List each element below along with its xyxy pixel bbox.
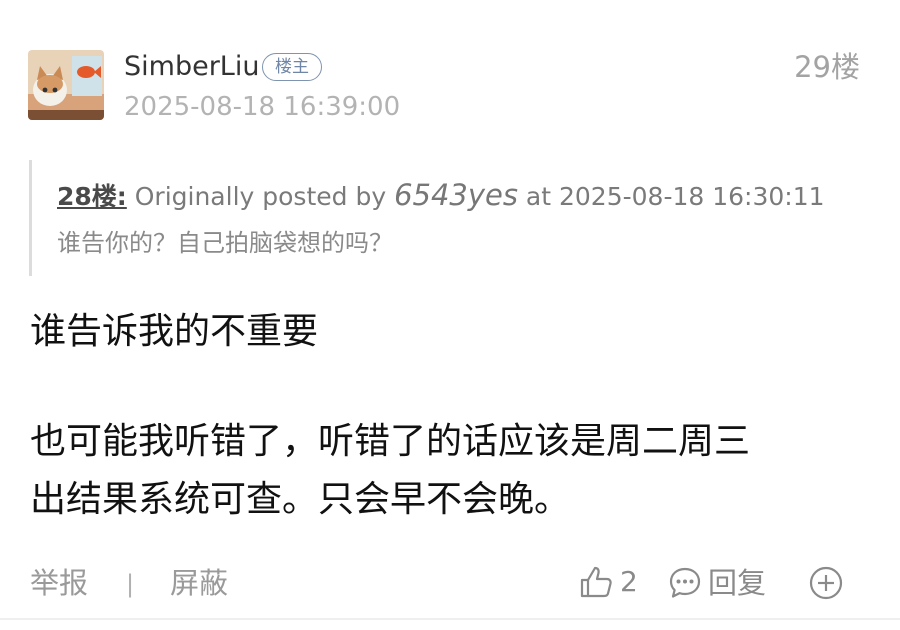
quote-header: 28楼: Originally posted by 6543yes at 202… (57, 178, 825, 214)
like-count: 2 (620, 565, 638, 598)
block-button[interactable]: 屏蔽 (170, 565, 228, 601)
author-username[interactable]: SimberLiu (124, 50, 259, 84)
divider (0, 618, 900, 620)
op-badge: 楼主 (262, 53, 322, 81)
floor-number: 29楼 (794, 50, 860, 84)
reply-button[interactable]: 回复 (708, 565, 766, 601)
quote-prefix: Originally posted by (126, 182, 395, 211)
comment-bubble-icon[interactable] (667, 565, 703, 605)
footer-separator: | (126, 570, 135, 598)
report-button[interactable]: 举报 (30, 565, 88, 601)
quote-author[interactable]: 6543yes (394, 178, 518, 212)
post-body-line: 谁告诉我的不重要 (30, 311, 319, 352)
forum-post: SimberLiu 楼主 29楼 2025-08-18 16:39:00 28楼… (0, 0, 900, 630)
quote-text: 谁告你的？自己拍脑袋想的吗？ (57, 229, 393, 257)
post-body-line: 出结果系统可查。只会早不会晚。 (30, 479, 571, 520)
quote-bar (29, 160, 32, 276)
plus-circle-icon[interactable] (808, 565, 844, 605)
quote-suffix: at 2025-08-18 16:30:11 (517, 182, 825, 211)
post-body-line: 也可能我听错了，听错了的话应该是周二周三 (30, 421, 751, 462)
post-timestamp: 2025-08-18 16:39:00 (124, 92, 401, 122)
quote-floor-link[interactable]: 28楼: (57, 182, 127, 211)
avatar[interactable] (28, 50, 104, 120)
thumbs-up-icon (578, 563, 616, 605)
